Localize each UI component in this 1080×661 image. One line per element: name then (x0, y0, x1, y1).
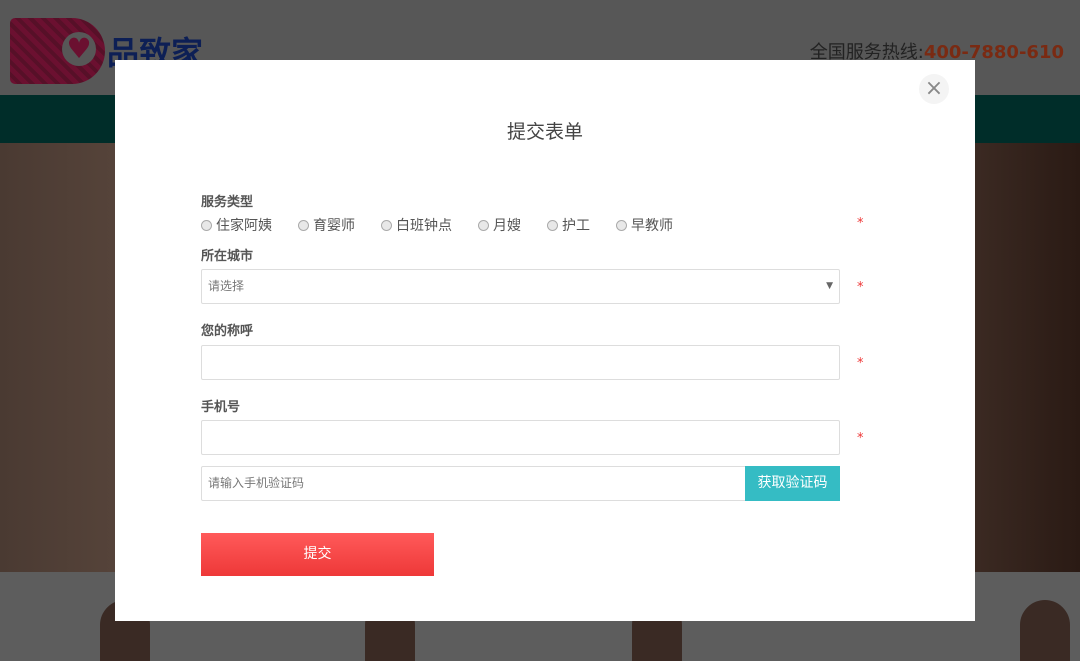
city-select[interactable]: 请选择 ▼ (201, 269, 840, 304)
radio-icon[interactable] (547, 219, 558, 231)
radio-caregiver[interactable]: 护工 (547, 215, 590, 235)
staff-photo (1020, 600, 1070, 661)
radio-icon[interactable] (478, 219, 489, 231)
radio-label: 住家阿姨 (216, 218, 272, 234)
phone-input[interactable] (201, 420, 840, 455)
required-mark: * (857, 356, 864, 371)
radio-icon[interactable] (381, 219, 392, 231)
radio-label: 月嫂 (493, 218, 521, 234)
radio-day-hourly[interactable]: 白班钟点 (381, 215, 452, 235)
city-label: 所在城市 (201, 249, 254, 264)
logo-heart-icon: ♥ (10, 18, 105, 84)
phone-label: 手机号 (201, 400, 241, 415)
radio-icon[interactable] (616, 219, 627, 231)
name-input[interactable] (201, 345, 840, 380)
modal-title: 提交表单 (506, 121, 583, 143)
radio-label: 护工 (562, 218, 590, 234)
service-type-label: 服务类型 (201, 195, 254, 210)
required-mark: * (857, 431, 864, 446)
service-type-radio-group: 住家阿姨 育婴师 白班钟点 月嫂 护工 早教师 (201, 215, 699, 235)
radio-icon[interactable] (298, 219, 309, 231)
city-placeholder: 请选择 (208, 279, 245, 293)
radio-maternity-nurse[interactable]: 月嫂 (478, 215, 521, 235)
radio-label: 白班钟点 (396, 218, 452, 234)
chevron-down-icon: ▼ (826, 281, 833, 291)
code-placeholder: 请输入手机验证码 (208, 476, 305, 490)
get-code-button[interactable]: 获取验证码 (745, 466, 840, 501)
radio-label: 早教师 (631, 218, 673, 234)
radio-live-in-nanny[interactable]: 住家阿姨 (201, 215, 272, 235)
close-icon[interactable]: × (919, 74, 949, 104)
required-mark: * (857, 280, 864, 295)
required-mark: * (857, 216, 864, 231)
submit-button[interactable]: 提交 (201, 533, 434, 576)
submit-form-modal: × 提交表单 服务类型 住家阿姨 育婴师 白班钟点 月嫂 护工 早教师 * 所在… (115, 60, 975, 621)
radio-icon[interactable] (201, 219, 212, 231)
radio-label: 育婴师 (313, 218, 355, 234)
radio-childcare[interactable]: 育婴师 (298, 215, 355, 235)
radio-early-educator[interactable]: 早教师 (616, 215, 673, 235)
name-label: 您的称呼 (201, 324, 254, 339)
